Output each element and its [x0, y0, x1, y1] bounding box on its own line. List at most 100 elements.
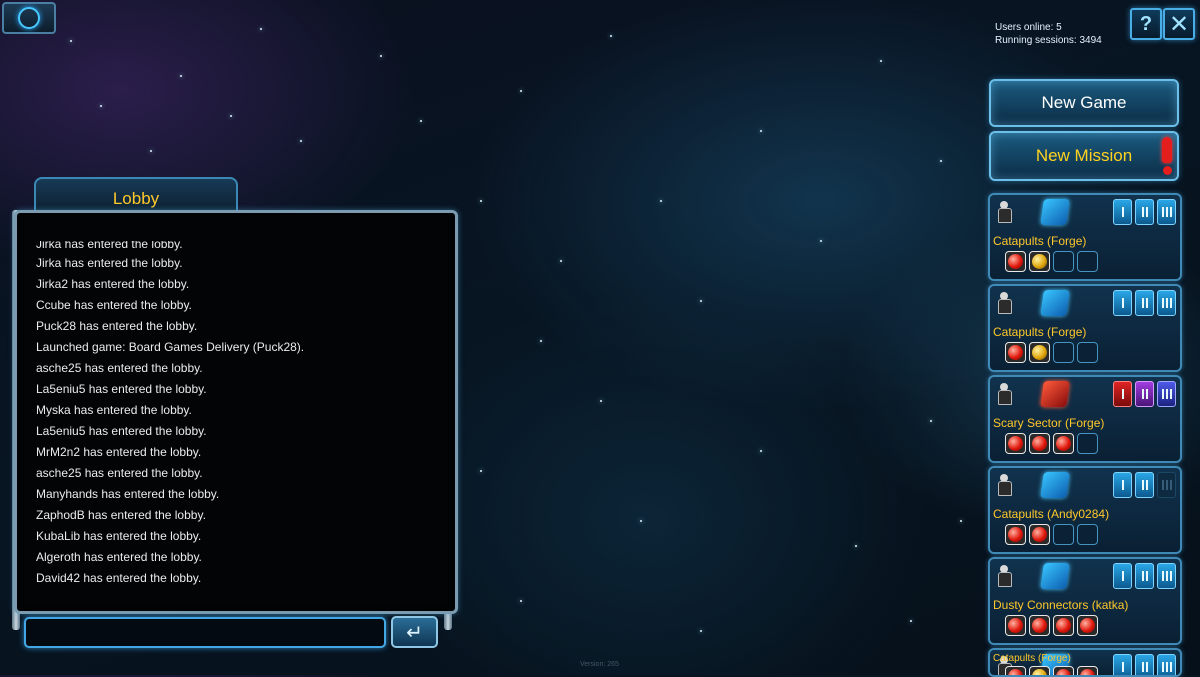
player-slots: [1005, 251, 1098, 272]
new-game-button[interactable]: New Game: [989, 79, 1179, 127]
pawn-icon: [996, 474, 1012, 496]
pawn-icon: [996, 565, 1012, 587]
running-sessions: Running sessions: 3494: [995, 35, 1102, 46]
player-slot: [1077, 666, 1098, 675]
enter-return-icon: ↵: [406, 621, 423, 644]
tier-3-icon: [1157, 381, 1176, 407]
player-slot: [1053, 615, 1074, 636]
session-card[interactable]: Catapults (Forge): [988, 648, 1182, 677]
player-slot: [1005, 524, 1026, 545]
player-slot: [1077, 615, 1098, 636]
red-player-ball-icon: [1008, 527, 1023, 542]
player-slot: [1029, 342, 1050, 363]
session-title: Catapults (Forge): [993, 653, 1071, 664]
session-title: Catapults (Forge): [993, 325, 1087, 339]
pawn-icon: [996, 292, 1012, 314]
player-slot: [1029, 524, 1050, 545]
lobby-message: Manyhands has entered the lobby.: [36, 487, 220, 501]
mission-emblem-icon: [1040, 199, 1070, 225]
empty-slot: [1077, 433, 1098, 454]
help-button[interactable]: ?: [1130, 8, 1162, 40]
player-slot: [1029, 666, 1050, 675]
lobby-message: Puck28 has entered the lobby.: [36, 319, 198, 333]
session-title: Catapults (Andy0284): [993, 507, 1110, 521]
player-slot: [1005, 433, 1026, 454]
player-slot: [1053, 666, 1074, 675]
server-stats: Users online: 5 Running sessions: 3494: [995, 21, 1102, 47]
player-slot: [1029, 251, 1050, 272]
red-player-ball-icon: [1008, 254, 1023, 269]
red-player-ball-icon: [1032, 436, 1047, 451]
pawn-icon: [996, 383, 1012, 405]
red-player-ball-icon: [1008, 618, 1023, 633]
gold-player-ball-icon: [1032, 254, 1047, 269]
close-icon: ✕: [1168, 10, 1190, 38]
lobby-message: ZaphodB has entered the lobby.: [36, 508, 206, 522]
session-card[interactable]: Scary Sector (Forge): [988, 375, 1182, 463]
player-slots: [1005, 433, 1098, 454]
tier-3-icon: [1157, 563, 1176, 589]
tier-1-icon: [1113, 654, 1132, 675]
send-button[interactable]: ↵: [391, 616, 438, 648]
session-card[interactable]: Catapults (Andy0284): [988, 466, 1182, 554]
difficulty-tiers: [1113, 381, 1176, 407]
profile-button[interactable]: [2, 2, 56, 34]
new-mission-button[interactable]: New Mission: [989, 131, 1179, 181]
tier-2-icon: [1135, 654, 1154, 675]
gold-player-ball-icon: [1032, 669, 1047, 675]
red-player-ball-icon: [1080, 669, 1095, 675]
player-slot: [1029, 615, 1050, 636]
difficulty-tiers: [1113, 654, 1176, 675]
lobby-message: David42 has entered the lobby.: [36, 571, 202, 585]
lobby-message: Ccube has entered the lobby.: [36, 298, 192, 312]
tier-2-icon: [1135, 381, 1154, 407]
tier-2-icon: [1135, 199, 1154, 225]
tier-3-icon: [1157, 199, 1176, 225]
lobby-chat-panel: Jirka has entered the lobby. Jirka has en…: [14, 210, 458, 614]
empty-slot: [1053, 524, 1074, 545]
version-label: Version: 265: [580, 661, 619, 668]
player-slot: [1005, 666, 1026, 675]
close-button[interactable]: ✕: [1163, 8, 1195, 40]
tier-1-icon: [1113, 563, 1132, 589]
mission-emblem-icon: [1040, 290, 1070, 316]
lobby-message: KubaLib has entered the lobby.: [36, 529, 202, 543]
question-mark-icon: ?: [1139, 12, 1153, 35]
lobby-message: Jirka has entered the lobby.: [36, 241, 183, 251]
lobby-message-log[interactable]: Jirka has entered the lobby. Jirka has en…: [36, 241, 445, 605]
lobby-message: La5eniu5 has entered the lobby.: [36, 424, 207, 438]
tier-1-icon: [1113, 199, 1132, 225]
chat-input[interactable]: [24, 617, 386, 648]
tier-3-icon: [1157, 290, 1176, 316]
lobby-message: La5eniu5 has entered the lobby.: [36, 382, 207, 396]
session-card[interactable]: Catapults (Forge): [988, 193, 1182, 281]
lobby-message: Myska has entered the lobby.: [36, 403, 192, 417]
red-player-ball-icon: [1008, 436, 1023, 451]
robot-face-icon: [18, 7, 40, 29]
tier-1-icon: [1113, 290, 1132, 316]
player-slots: [1005, 615, 1098, 636]
lobby-message: Launched game: Board Games Delivery (Puc…: [36, 340, 305, 354]
session-title: Dusty Connectors (katka): [993, 598, 1129, 612]
session-card[interactable]: Dusty Connectors (katka): [988, 557, 1182, 645]
difficulty-tiers: [1113, 199, 1176, 225]
empty-slot: [1053, 251, 1074, 272]
empty-slot: [1053, 342, 1074, 363]
player-slot: [1053, 433, 1074, 454]
empty-slot: [1077, 251, 1098, 272]
red-player-ball-icon: [1056, 436, 1071, 451]
red-player-ball-icon: [1032, 618, 1047, 633]
difficulty-tiers: [1113, 563, 1176, 589]
lobby-message: Algeroth has entered the lobby.: [36, 550, 202, 564]
users-online: Users online: 5: [995, 22, 1062, 33]
tier-2-icon: [1135, 563, 1154, 589]
tier-1-icon: [1113, 472, 1132, 498]
gold-player-ball-icon: [1032, 345, 1047, 360]
tier-1-icon: [1113, 381, 1132, 407]
red-player-ball-icon: [1008, 669, 1023, 675]
player-slots: [1005, 342, 1098, 363]
red-player-ball-icon: [1080, 618, 1095, 633]
lobby-message: MrM2n2 has entered the lobby.: [36, 445, 202, 459]
red-player-ball-icon: [1056, 669, 1071, 675]
session-card[interactable]: Catapults (Forge): [988, 284, 1182, 372]
